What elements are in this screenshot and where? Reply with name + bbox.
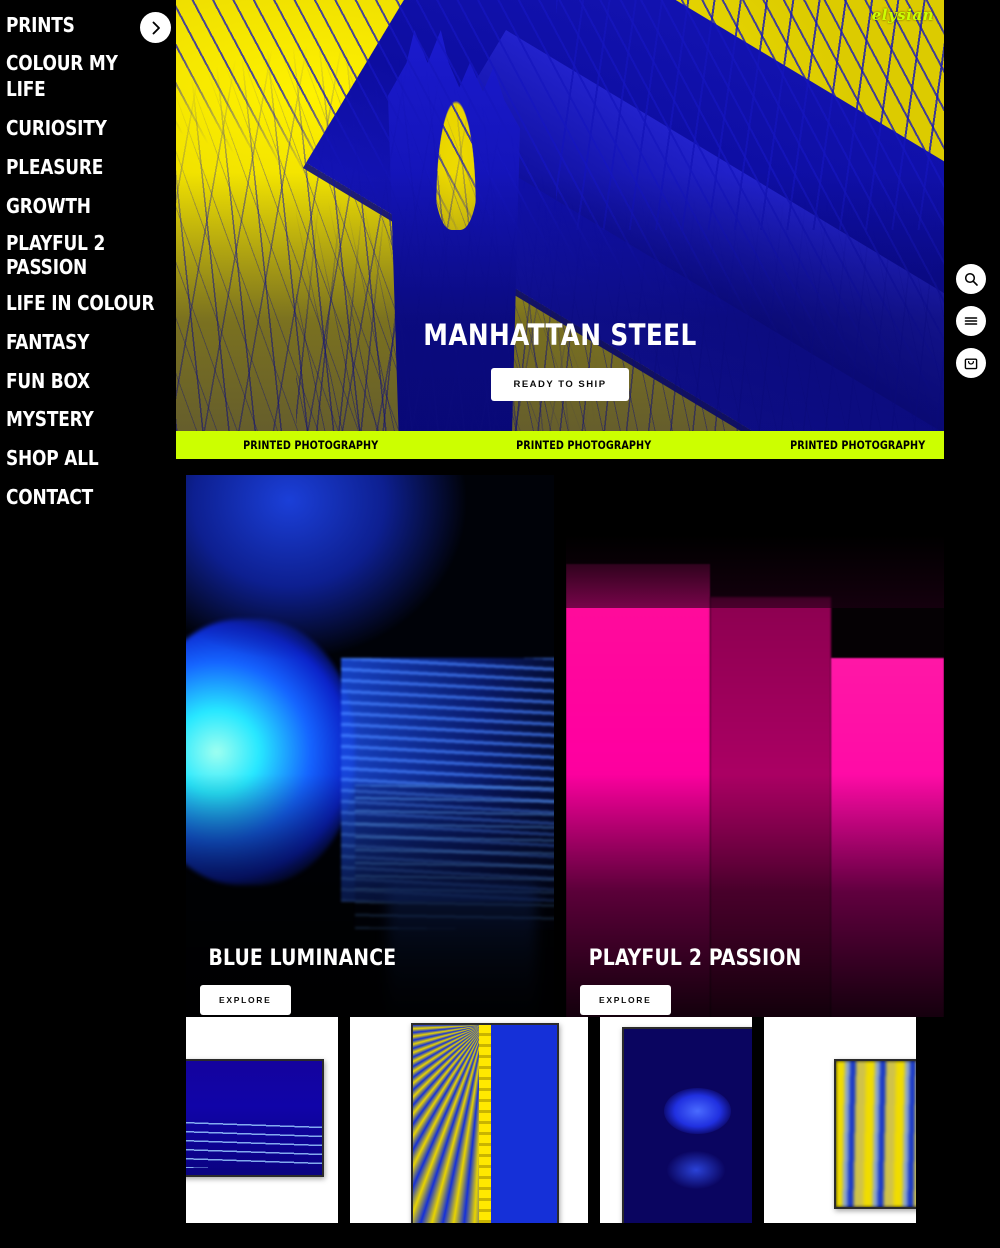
- product-thumbnail-yellow-blue-blur[interactable]: [764, 1017, 916, 1223]
- product-thumbnail-blue-cityscape[interactable]: [186, 1017, 338, 1223]
- hero-banner[interactable]: elysian MANHATTAN STEEL READY TO SHIP: [176, 0, 944, 431]
- sidebar-item-curiosity[interactable]: CURIOSITY: [6, 109, 162, 148]
- sidebar-item-playful-2-passion[interactable]: PLAYFUL 2 PASSION: [6, 226, 162, 284]
- marquee-item: PRINTED PHOTOGRAPHY: [243, 438, 379, 452]
- marquee-banner: PRINTED PHOTOGRAPHY PRINTED PHOTOGRAPHY …: [176, 431, 944, 459]
- collection-cards: BLUE LUMINANCE EXPLORE PLAYFUL 2 PASSION…: [176, 459, 944, 1029]
- floating-actions: [956, 264, 986, 378]
- search-icon: [963, 271, 979, 287]
- main-content: elysian MANHATTAN STEEL READY TO SHIP PR…: [176, 0, 944, 1248]
- print-frame: [411, 1023, 559, 1223]
- explore-button-blue-luminance[interactable]: EXPLORE: [200, 985, 291, 1015]
- shopping-bag-icon: [963, 355, 979, 371]
- sidebar-item-fun-box[interactable]: FUN BOX: [6, 362, 162, 401]
- sidebar-nav: PRINTS COLOUR MY LIFE CURIOSITY PLEASURE…: [0, 0, 176, 1248]
- cart-button[interactable]: [956, 348, 986, 378]
- sidebar-item-fantasy[interactable]: FANTASY: [6, 323, 162, 362]
- hamburger-menu-icon: [963, 313, 979, 329]
- print-frame: [622, 1027, 752, 1223]
- product-thumbnail-blue-orb[interactable]: [600, 1017, 752, 1223]
- print-frame: [834, 1059, 916, 1209]
- sidebar-item-life-in-colour[interactable]: LIFE IN COLOUR: [6, 284, 162, 323]
- sidebar-item-prints[interactable]: PRINTS: [6, 6, 162, 45]
- collection-card-playful-2-passion[interactable]: PLAYFUL 2 PASSION EXPLORE: [566, 475, 944, 1029]
- sidebar-item-growth[interactable]: GROWTH: [6, 187, 162, 226]
- sidebar-item-mystery[interactable]: MYSTERY: [6, 401, 162, 440]
- collection-card-blue-luminance[interactable]: BLUE LUMINANCE EXPLORE: [186, 475, 554, 1029]
- collection-title: BLUE LUMINANCE: [208, 946, 397, 971]
- sidebar-item-shop-all[interactable]: SHOP ALL: [6, 440, 162, 479]
- sidebar-item-colour-my-life[interactable]: COLOUR MY LIFE: [6, 45, 162, 110]
- marquee-item: PRINTED PHOTOGRAPHY: [789, 438, 925, 452]
- hero-title: MANHATTAN STEEL: [423, 318, 697, 352]
- explore-button-playful-2-passion[interactable]: EXPLORE: [580, 985, 671, 1015]
- hero-overlay: MANHATTAN STEEL READY TO SHIP: [176, 318, 944, 401]
- ready-to-ship-button[interactable]: READY TO SHIP: [491, 368, 629, 401]
- sidebar-item-contact[interactable]: CONTACT: [6, 478, 162, 517]
- brand-logo[interactable]: elysian: [872, 6, 934, 24]
- search-button[interactable]: [956, 264, 986, 294]
- marquee-item: PRINTED PHOTOGRAPHY: [516, 438, 652, 452]
- product-thumbnail-yellow-blue-rays[interactable]: [350, 1017, 588, 1223]
- print-frame: [186, 1059, 324, 1177]
- menu-button[interactable]: [956, 306, 986, 336]
- product-thumbnail-strip: [176, 1017, 944, 1229]
- page-root: PRINTS COLOUR MY LIFE CURIOSITY PLEASURE…: [0, 0, 1000, 1248]
- collection-title: PLAYFUL 2 PASSION: [588, 946, 802, 971]
- sidebar-item-pleasure[interactable]: PLEASURE: [6, 148, 162, 187]
- chevron-right-icon[interactable]: [140, 12, 171, 43]
